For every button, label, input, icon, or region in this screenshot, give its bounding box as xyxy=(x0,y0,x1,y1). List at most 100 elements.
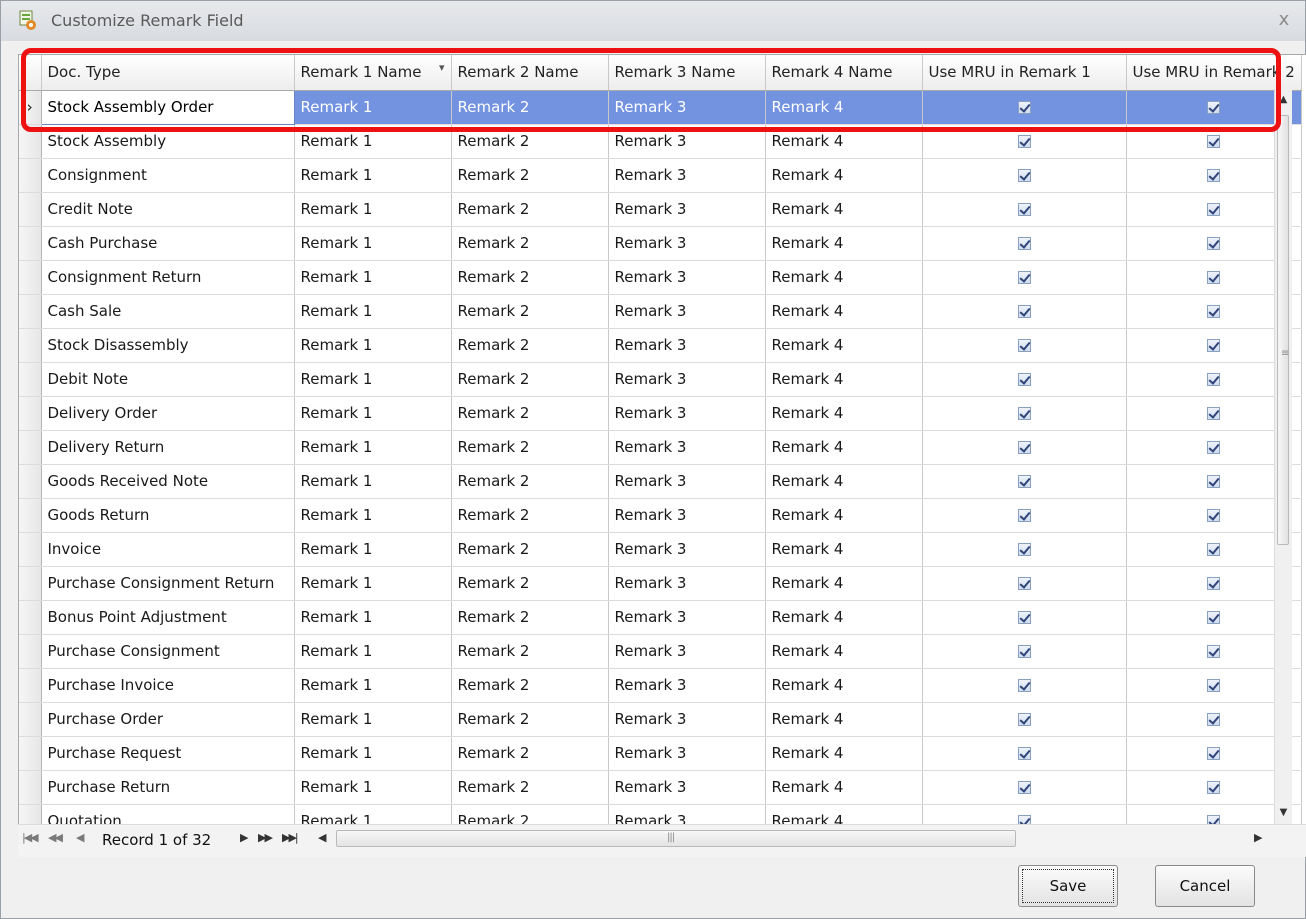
cell-remark-1[interactable]: Remark 1 xyxy=(294,226,452,261)
checkbox[interactable] xyxy=(1207,679,1221,692)
row-indicator[interactable] xyxy=(19,532,42,567)
checkbox[interactable] xyxy=(1207,407,1221,420)
cell-doc-type[interactable]: Cash Purchase xyxy=(41,226,295,261)
checkbox[interactable] xyxy=(1207,305,1221,318)
checkbox[interactable] xyxy=(1017,679,1031,692)
checkbox[interactable] xyxy=(1207,747,1221,760)
row-indicator[interactable] xyxy=(19,328,42,363)
cell-remark-2[interactable]: Remark 2 xyxy=(451,736,609,771)
table-row[interactable]: Delivery Order Remark 1 Remark 2 Remark 3 Re… xyxy=(19,396,1302,431)
cell-remark-1[interactable]: Remark 1 xyxy=(294,634,452,669)
cell-remark-2[interactable]: Remark 2 xyxy=(451,532,609,567)
cell-remark-4[interactable]: Remark 4 xyxy=(765,226,923,261)
scroll-right-icon[interactable]: ▶ xyxy=(1254,831,1262,844)
table-row[interactable]: Purchase Request Remark 1 Remark 2 Remark 3… xyxy=(19,736,1302,771)
cell-remark-1[interactable]: Remark 1 xyxy=(294,362,452,397)
cell-remark-2[interactable]: Remark 2 xyxy=(451,328,609,363)
cell-remark-3[interactable]: Remark 3 xyxy=(608,702,766,737)
table-row[interactable]: Stock Disassembly Remark 1 Remark 2 Remark … xyxy=(19,328,1302,363)
checkbox[interactable] xyxy=(1017,713,1031,726)
row-indicator[interactable] xyxy=(19,736,42,771)
cell-remark-1[interactable]: Remark 1 xyxy=(294,192,452,227)
next-page-icon[interactable]: ▶▶ xyxy=(258,831,273,844)
cell-remark-4[interactable]: Remark 4 xyxy=(765,498,923,533)
row-indicator[interactable] xyxy=(19,362,42,397)
checkbox[interactable] xyxy=(1207,169,1221,182)
cell-remark-4[interactable]: Remark 4 xyxy=(765,634,923,669)
cell-doc-type[interactable]: Invoice xyxy=(41,532,295,567)
checkbox[interactable] xyxy=(1207,203,1221,216)
table-row[interactable]: Purchase Invoice Remark 1 Remark 2 Remark 3… xyxy=(19,668,1302,703)
checkbox[interactable] xyxy=(1017,577,1031,590)
close-button[interactable]: x xyxy=(1271,7,1297,33)
checkbox[interactable] xyxy=(1017,611,1031,624)
checkbox[interactable] xyxy=(1207,645,1221,658)
prev-page-icon[interactable]: ◀◀ xyxy=(48,831,63,844)
checkbox[interactable] xyxy=(1207,611,1221,624)
cell-remark-4[interactable]: Remark 4 xyxy=(765,430,923,465)
cell-remark-2[interactable]: Remark 2 xyxy=(451,158,609,193)
cell-remark-2[interactable]: Remark 2 xyxy=(451,294,609,329)
row-indicator[interactable] xyxy=(19,498,42,533)
row-indicator[interactable] xyxy=(19,600,42,635)
table-row[interactable]: Purchase Return Remark 1 Remark 2 Remark 3R… xyxy=(19,770,1302,805)
checkbox[interactable] xyxy=(1207,543,1221,556)
cell-doc-type[interactable]: Cash Sale xyxy=(41,294,295,329)
checkbox[interactable] xyxy=(1207,237,1221,250)
cell-remark-4[interactable]: Remark 4 xyxy=(765,770,923,805)
cell-remark-3[interactable]: Remark 3 xyxy=(608,430,766,465)
cell-remark-4[interactable]: Remark 4 xyxy=(765,736,923,771)
cell-remark-4[interactable]: Remark 4 xyxy=(765,260,923,295)
cell-remark-4[interactable]: Remark 4 xyxy=(765,464,923,499)
cell-remark-4[interactable]: Remark 4 xyxy=(765,566,923,601)
checkbox[interactable] xyxy=(1207,475,1221,488)
cell-doc-type[interactable]: Goods Return xyxy=(41,498,295,533)
table-row[interactable]: Invoice Remark 1 Remark 2 Remark 3 Remark 4 xyxy=(19,532,1302,567)
scroll-thumb[interactable]: ≡ xyxy=(1277,115,1289,545)
cell-remark-2[interactable]: Remark 2 xyxy=(451,634,609,669)
row-indicator[interactable] xyxy=(19,770,42,805)
cell-remark-1[interactable]: Remark 1 xyxy=(294,532,452,567)
cell-remark-4[interactable]: Remark 4 xyxy=(765,294,923,329)
cell-remark-4[interactable]: Remark 4 xyxy=(765,396,923,431)
cell-remark-2[interactable]: Remark 2 xyxy=(451,362,609,397)
cell-remark-1[interactable]: Remark 1 xyxy=(294,158,452,193)
cell-doc-type[interactable]: Purchase Consignment Return xyxy=(41,566,295,601)
checkbox[interactable] xyxy=(1017,747,1031,760)
cell-doc-type[interactable]: Bonus Point Adjustment xyxy=(41,600,295,635)
cell-remark-2[interactable]: Remark 2 xyxy=(451,192,609,227)
cell-remark-3[interactable]: Remark 3 xyxy=(608,294,766,329)
cell-remark-1[interactable]: Remark 1 xyxy=(294,294,452,329)
cell-remark-4[interactable]: Remark 4 xyxy=(765,192,923,227)
cell-remark-3[interactable]: Remark 3 xyxy=(608,260,766,295)
checkbox[interactable] xyxy=(1207,781,1221,794)
scroll-left-icon[interactable]: ◀ xyxy=(318,831,327,844)
cell-remark-3[interactable]: Remark 3 xyxy=(608,634,766,669)
checkbox[interactable] xyxy=(1017,475,1031,488)
cell-remark-2[interactable]: Remark 2 xyxy=(451,702,609,737)
cell-doc-type[interactable]: Consignment xyxy=(41,158,295,193)
row-indicator[interactable] xyxy=(19,396,42,431)
save-button[interactable]: Save xyxy=(1018,865,1118,907)
checkbox[interactable] xyxy=(1207,373,1221,386)
cell-remark-1[interactable]: Remark 1 xyxy=(294,260,452,295)
checkbox[interactable] xyxy=(1207,271,1221,284)
cell-remark-4[interactable]: Remark 4 xyxy=(765,362,923,397)
table-row[interactable]: Credit Note Remark 1 Remark 2 Remark 3 Remar… xyxy=(19,192,1302,227)
cell-remark-3[interactable]: Remark 3 xyxy=(608,566,766,601)
cell-remark-1[interactable]: Remark 1 xyxy=(294,396,452,431)
cell-remark-4[interactable]: Remark 4 xyxy=(765,600,923,635)
cell-doc-type[interactable]: Credit Note xyxy=(41,192,295,227)
checkbox[interactable] xyxy=(1017,543,1031,556)
prev-record-icon[interactable]: ◀ xyxy=(76,831,85,844)
table-row[interactable]: Goods Return Remark 1 Remark 2 Remark 3 Rema… xyxy=(19,498,1302,533)
table-row[interactable]: Consignment Return Remark 1 Remark 2 Remark… xyxy=(19,260,1302,295)
cell-doc-type[interactable]: Stock Disassembly xyxy=(41,328,295,363)
cell-remark-2[interactable]: Remark 2 xyxy=(451,600,609,635)
vertical-scrollbar[interactable]: ▲ ≡ ▼ xyxy=(1274,89,1292,824)
checkbox[interactable] xyxy=(1017,169,1031,182)
cell-remark-2[interactable]: Remark 2 xyxy=(451,566,609,601)
cell-doc-type[interactable]: Purchase Invoice xyxy=(41,668,295,703)
cell-remark-3[interactable]: Remark 3 xyxy=(608,396,766,431)
cell-remark-3[interactable]: Remark 3 xyxy=(608,362,766,397)
